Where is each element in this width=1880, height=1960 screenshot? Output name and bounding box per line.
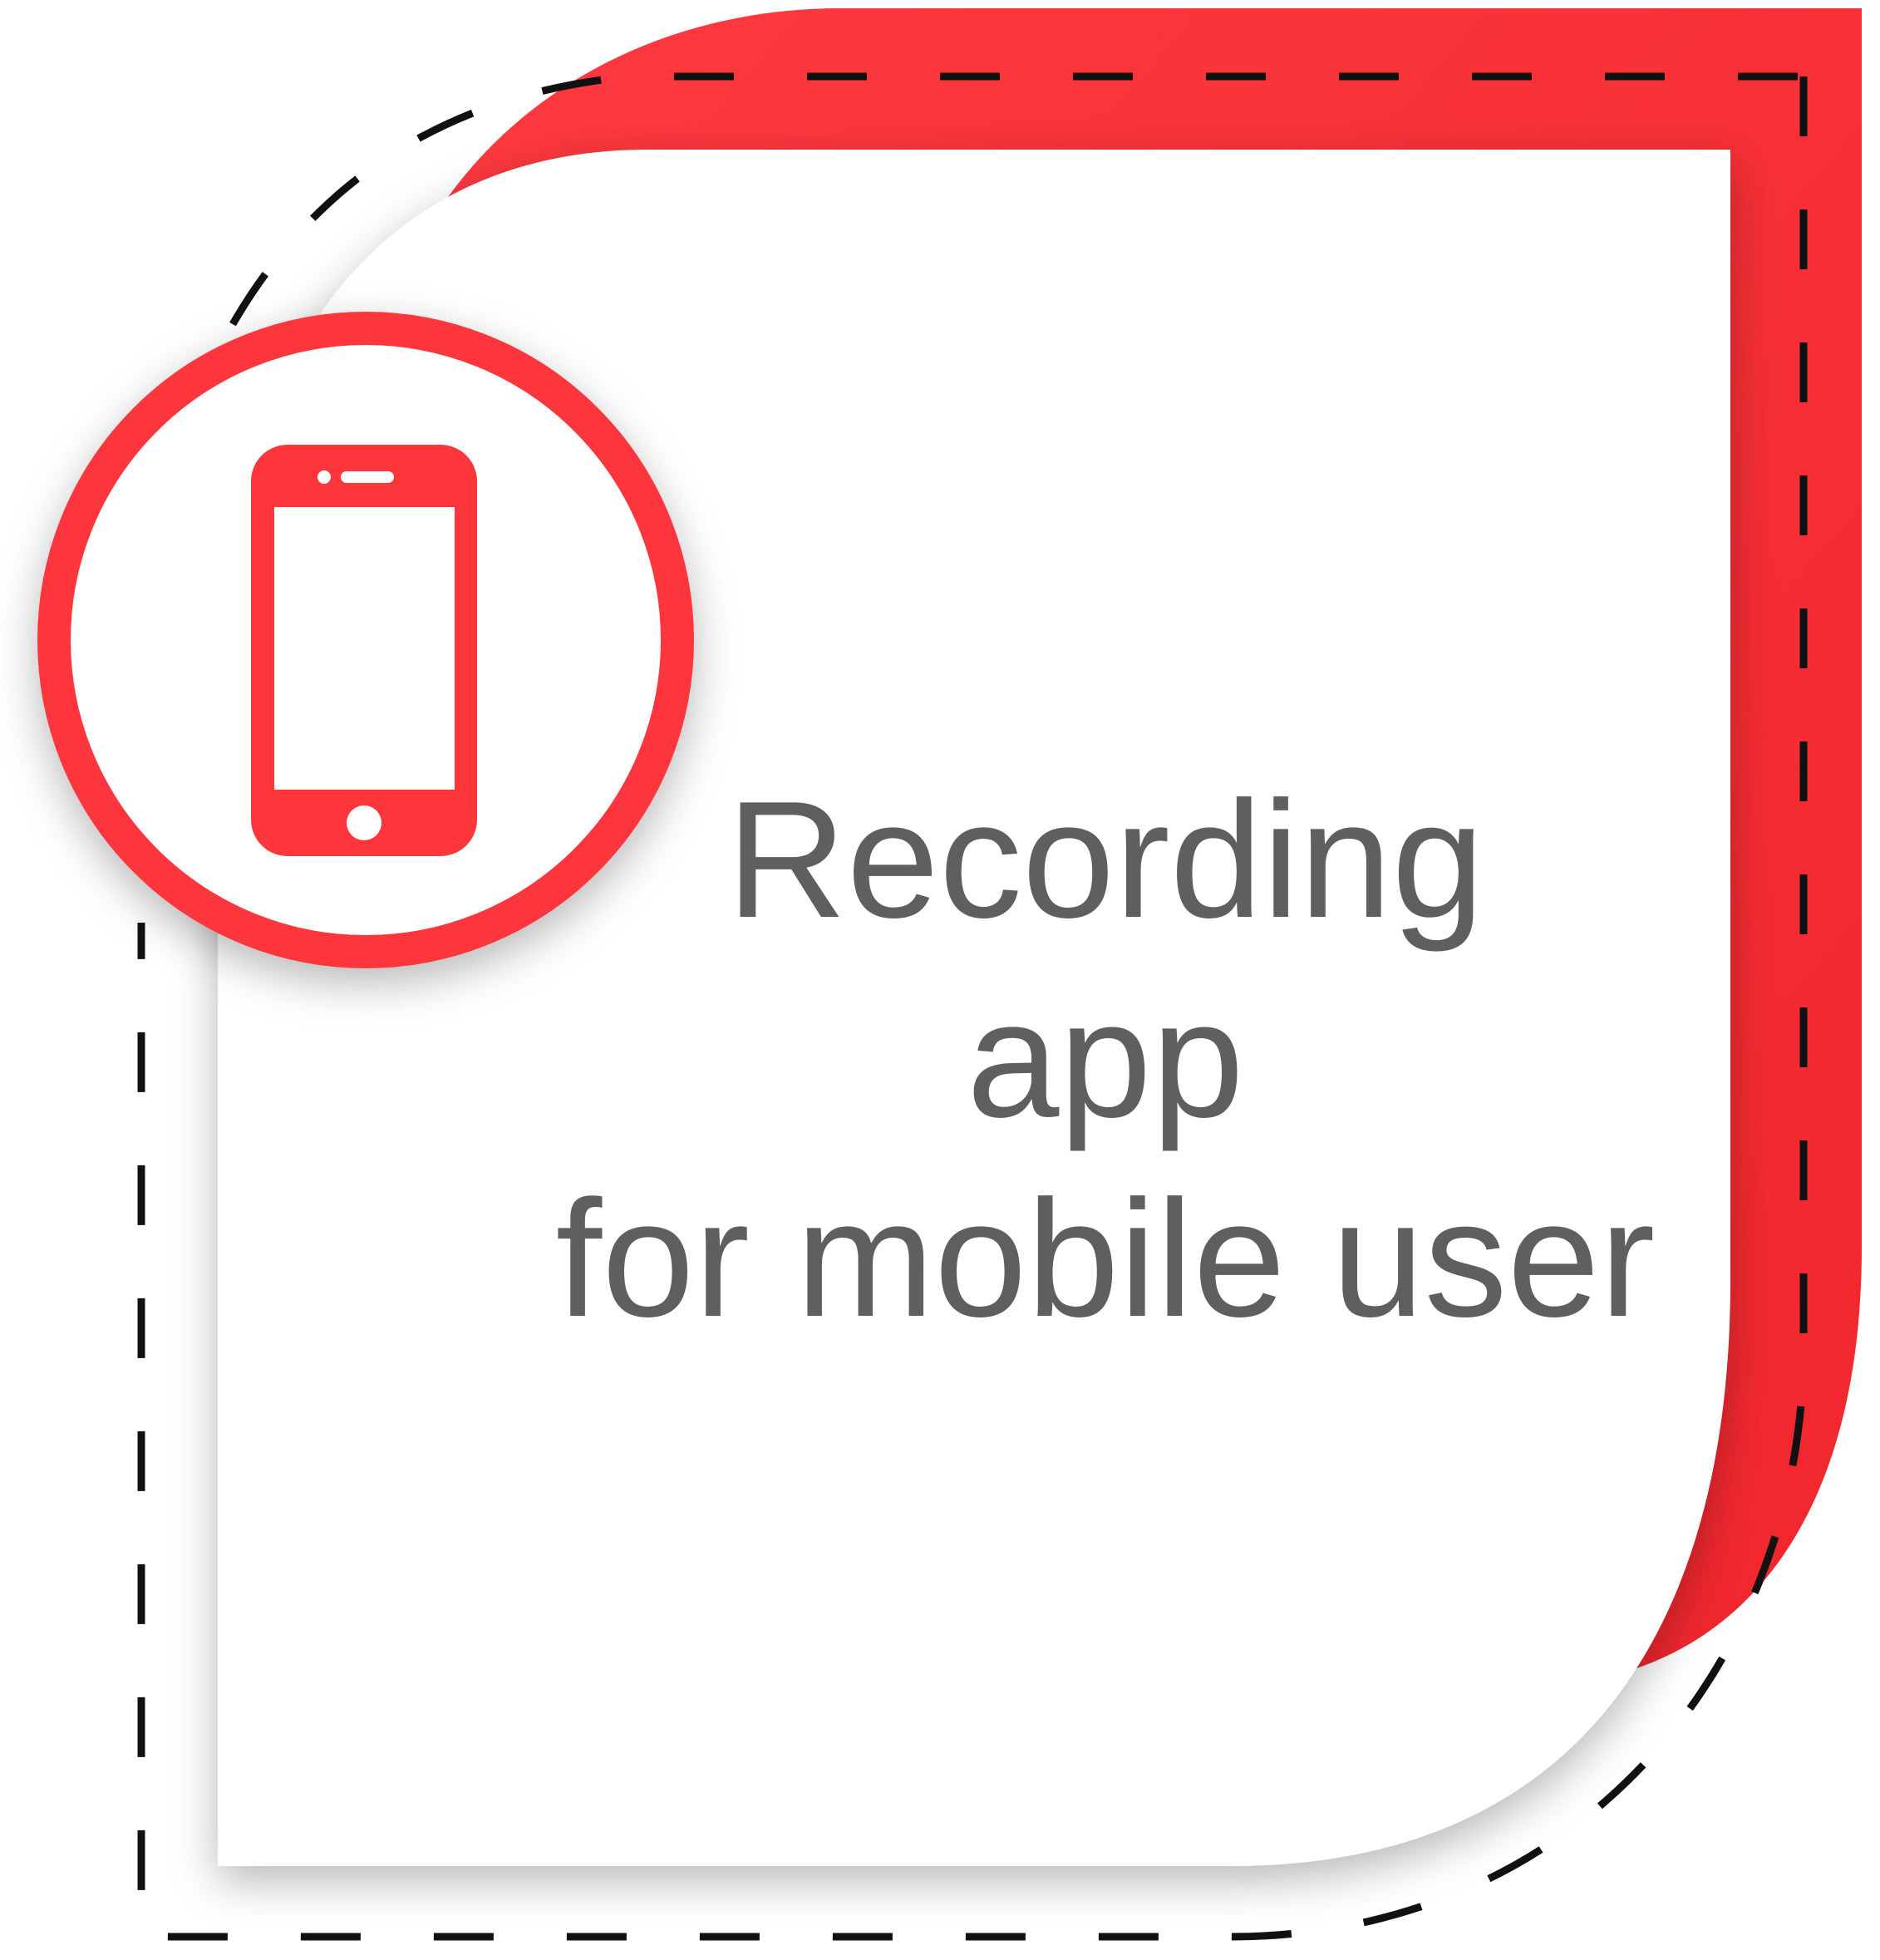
card-caption: Recording app for mobile user [532, 761, 1679, 1359]
feature-card: Recording app for mobile user [0, 0, 1880, 1960]
caption-line-2: app [967, 967, 1244, 1152]
mobile-phone-icon [251, 445, 477, 856]
caption-line-1: Recording [726, 767, 1484, 953]
caption-line-3: for mobile user [555, 1166, 1656, 1352]
